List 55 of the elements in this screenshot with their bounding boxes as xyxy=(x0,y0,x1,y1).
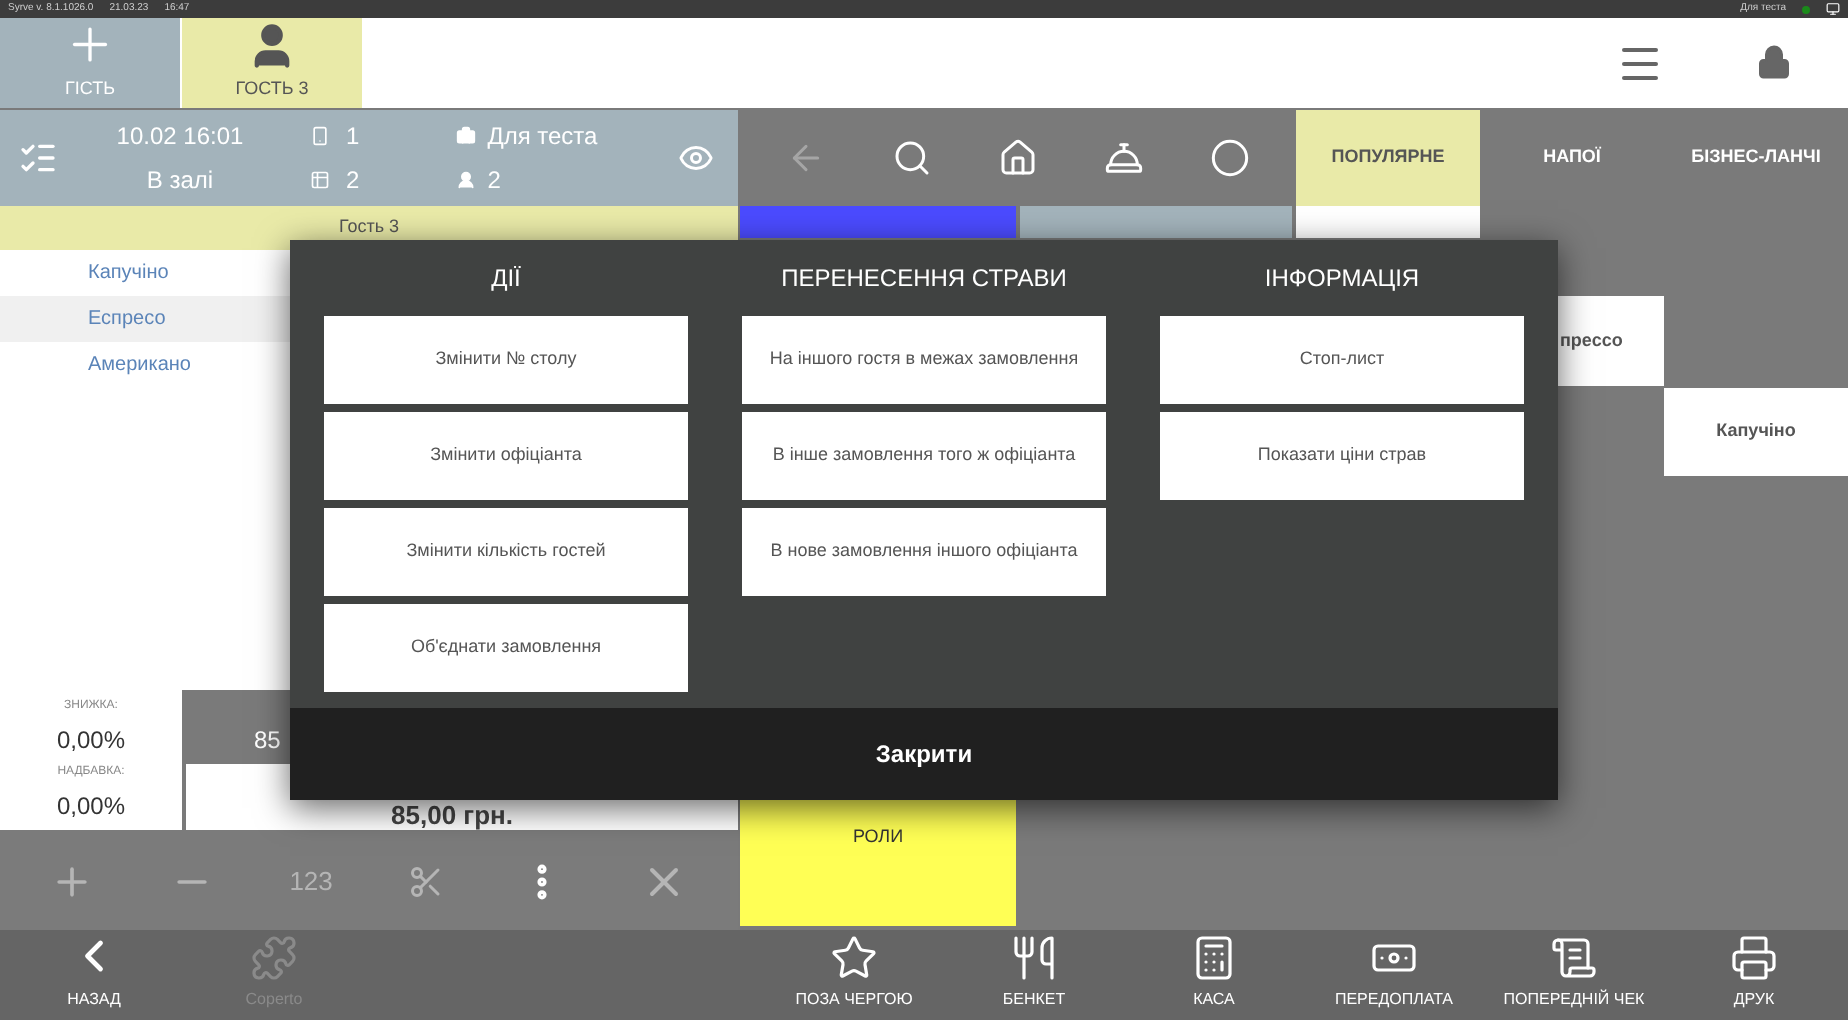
waiter-name: Для теста xyxy=(487,120,598,154)
guests-icon xyxy=(455,170,476,190)
category-tab[interactable]: ПОПУЛЯРНЕ xyxy=(1296,110,1480,206)
nav-button[interactable]: НАЗАД xyxy=(4,930,184,1020)
dialog-action-button[interactable]: В нове замовлення іншого офіціанта xyxy=(742,508,1106,596)
product-tile[interactable]: Капучіно xyxy=(1664,388,1848,476)
order-number: 1 xyxy=(346,120,360,154)
nav-button[interactable]: БЕНКЕТ xyxy=(944,930,1124,1020)
circle-icon[interactable] xyxy=(1210,138,1251,178)
order-section: В залі xyxy=(146,162,214,198)
scissors-icon[interactable] xyxy=(408,864,445,900)
cloche-icon[interactable] xyxy=(1104,138,1145,178)
dialog-action-button[interactable]: Стоп-лист xyxy=(1160,316,1524,404)
dialog-section-title: ДІЇ xyxy=(491,262,521,296)
home-icon[interactable] xyxy=(997,138,1038,178)
dialog-action-button[interactable]: Показати ціни страв xyxy=(1160,412,1524,500)
order-datetime: 10.02 16:01 xyxy=(116,120,244,154)
dialog-section-title: ІНФОРМАЦІЯ xyxy=(1264,262,1420,296)
printer-icon xyxy=(1730,934,1778,982)
guest-tab[interactable]: ГОСТЬ 3 xyxy=(182,18,362,108)
markup-value: 0,00% xyxy=(56,789,126,823)
table-number: 2 xyxy=(346,164,360,198)
dialog-action-button[interactable]: Об'єднати замовлення xyxy=(324,604,688,692)
group-tile[interactable]: РОЛИ xyxy=(740,800,1016,926)
search-icon[interactable] xyxy=(891,138,932,178)
puzzle-icon xyxy=(250,934,298,982)
phone-icon xyxy=(310,126,330,146)
dialog-action-button[interactable]: В інше замовлення того ж офіціанта xyxy=(742,412,1106,500)
product-tile[interactable] xyxy=(1296,206,1480,238)
star-icon xyxy=(830,934,878,982)
nav-button[interactable]: ПЕРЕДОПЛАТА xyxy=(1304,930,1484,1020)
utensils-icon xyxy=(1010,934,1058,982)
subtotal: 85 xyxy=(254,724,281,758)
nav-button[interactable]: ПОЗА ЧЕРГОЮ xyxy=(764,930,944,1020)
nav-button[interactable]: ПОПЕРЕДНІЙ ЧЕК xyxy=(1484,930,1664,1020)
dialog-action-button[interactable]: Змінити № столу xyxy=(324,316,688,404)
dialog-action-button[interactable]: Змінити офіціанта xyxy=(324,412,688,500)
group-tile[interactable] xyxy=(740,206,1016,238)
lock-icon[interactable] xyxy=(1756,44,1792,80)
order-total: 85,00 грн. xyxy=(391,802,513,828)
dialog-action-button[interactable]: Змінити кількість гостей xyxy=(324,508,688,596)
nav-button[interactable]: ДРУК xyxy=(1664,930,1844,1020)
nav-button[interactable]: КАСА xyxy=(1124,930,1304,1020)
eye-icon[interactable] xyxy=(678,140,714,176)
discount-value: 0,00% xyxy=(56,723,126,757)
category-tab[interactable]: НАПОЇ xyxy=(1480,110,1664,206)
dialog-section-title: ПЕРЕНЕСЕННЯ СТРАВИ xyxy=(781,262,1067,296)
guest-count: 2 xyxy=(487,164,501,198)
group-tile[interactable] xyxy=(1020,206,1292,238)
close-button[interactable]: Закрити xyxy=(290,708,1558,800)
calculator-icon xyxy=(1190,934,1238,982)
receipt-icon xyxy=(1550,934,1598,982)
dialog-action-button[interactable]: На іншого гостя в межах замовлення xyxy=(742,316,1106,404)
category-tab[interactable]: БІЗНЕС-ЛАНЧІ xyxy=(1664,110,1848,206)
table-icon xyxy=(310,170,330,190)
